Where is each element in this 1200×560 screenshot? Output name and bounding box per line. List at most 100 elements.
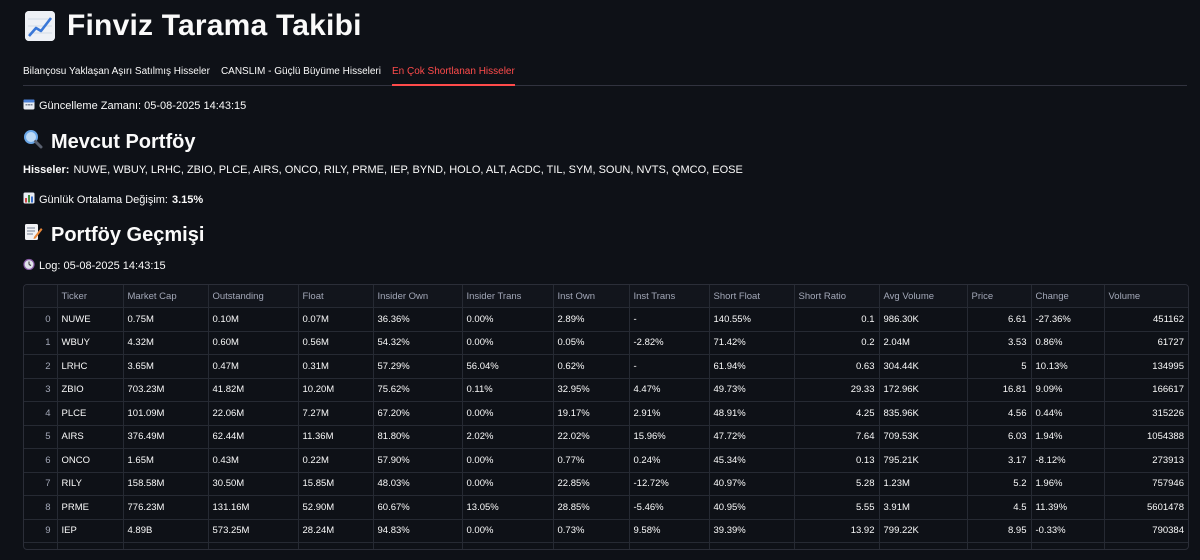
row-index: 7 [24, 472, 58, 496]
column-header[interactable]: Change [1031, 285, 1105, 308]
table-cell: 36.36% [373, 307, 463, 332]
history-title: Portföy Geçmişi [51, 223, 205, 246]
table-cell: 32.95% [553, 378, 630, 402]
row-index: 2 [24, 354, 58, 379]
table-cell: 757946 [1104, 472, 1188, 496]
table-cell: 8.95 [967, 519, 1032, 543]
table-cell [709, 542, 795, 549]
table-cell: 10.20M [298, 378, 374, 402]
table-row[interactable]: 7 RILY 158.58M 30.50M 15.85M 48.03% 0.00% 22.85… [24, 472, 1188, 496]
clock-icon [23, 258, 35, 273]
table-cell: 3.17 [967, 448, 1032, 473]
table-cell: 47.72% [709, 425, 795, 449]
table-cell: 13.92 [794, 519, 880, 543]
table-row[interactable]: 8 PRME 776.23M 131.16M 52.90M 60.67% 13.05% 28.… [24, 495, 1188, 520]
column-header-index[interactable] [24, 285, 58, 308]
column-header[interactable]: Insider Trans [462, 285, 554, 308]
tab-oversold-earnings[interactable]: Bilançosu Yaklaşan Aşırı Satılmış Hissel… [23, 60, 210, 84]
table-body: 0 NUWE 0.75M 0.10M 0.07M 36.36% 0.00% 2.89% -140… [24, 307, 1188, 549]
table-cell: 11.39% [1031, 495, 1105, 520]
table-cell: 0.62% [553, 354, 630, 379]
table-cell: - [629, 354, 710, 379]
tab-canslim[interactable]: CANSLIM - Güçlü Büyüme Hisseleri [221, 60, 381, 84]
column-header[interactable]: Short Float [709, 285, 795, 308]
table-cell: 57.29% [373, 354, 463, 379]
table-cell: 1.65M [123, 448, 209, 473]
table-row[interactable]: 9 IEP 4.89B 573.25M 28.24M 94.83% 0.00% 0.73% 9.… [24, 519, 1188, 543]
table-cell: 140.55% [709, 307, 795, 332]
column-header[interactable]: Market Cap [123, 285, 209, 308]
table-row[interactable]: 6 ONCO 1.65M 0.43M 0.22M 57.90% 0.00% 0.77% 0.24… [24, 448, 1188, 473]
row-index: 0 [24, 307, 58, 332]
table-cell: 0.63 [794, 354, 880, 379]
tab-bar: Bilançosu Yaklaşan Aşırı Satılmış Hissel… [23, 60, 1187, 86]
table-cell: 5601478 [1104, 495, 1188, 520]
table-cell: 0.56M [298, 331, 374, 355]
table-row[interactable]: 3 ZBIO 703.23M 41.82M 10.20M 75.62% 0.11% 32.95… [24, 378, 1188, 402]
table-cell: 22.06M [208, 401, 299, 426]
table-row[interactable]: 5 AIRS 376.49M 62.44M 11.36M 81.80% 2.02% 22.02… [24, 425, 1188, 449]
page-header: Finviz Tarama Takibi [25, 9, 362, 43]
column-header[interactable]: Ticker [57, 285, 124, 308]
history-heading: Portföy Geçmişi [23, 222, 204, 248]
table-cell: 62.44M [208, 425, 299, 449]
magnifier-icon [23, 129, 43, 155]
table-cell [1031, 542, 1105, 549]
table-row[interactable]: 4 PLCE 101.09M 22.06M 7.27M 67.20% 0.00% 19.17%… [24, 401, 1188, 426]
column-header[interactable]: Outstanding [208, 285, 299, 308]
column-header[interactable]: Volume [1104, 285, 1188, 308]
table-cell: 776.23M [123, 495, 209, 520]
portfolio-history-table[interactable]: Ticker Market Cap Outstanding Float Insider … [23, 284, 1189, 550]
table-cell: 1.96% [1031, 472, 1105, 496]
table-cell: 0.00% [462, 472, 554, 496]
table-cell: 2.89% [553, 307, 630, 332]
row-index: 9 [24, 519, 58, 543]
table-cell: 22.85% [553, 472, 630, 496]
column-header[interactable]: Insider Own [373, 285, 463, 308]
table-cell: 3.91M [879, 495, 968, 520]
table-cell: 28.85% [553, 495, 630, 520]
table-cell: 0.73% [553, 519, 630, 543]
table-cell: 61727 [1104, 331, 1188, 355]
table-cell: 28.24M [298, 519, 374, 543]
table-row[interactable] [24, 542, 1188, 549]
table-cell [208, 542, 299, 549]
tab-most-shorted[interactable]: En Çok Shortlanan Hisseler [391, 60, 515, 86]
table-cell: 16.81 [967, 378, 1032, 402]
table-cell: 166617 [1104, 378, 1188, 402]
table-cell: 5.2 [967, 472, 1032, 496]
table-row[interactable]: 1 WBUY 4.32M 0.60M 0.56M 54.32% 0.00% 0.05% -2.8… [24, 331, 1188, 355]
table-cell: 39.39% [709, 519, 795, 543]
table-cell: 22.02% [553, 425, 630, 449]
table-row[interactable]: 0 NUWE 0.75M 0.10M 0.07M 36.36% 0.00% 2.89% -140… [24, 307, 1188, 332]
table-cell: 0.77% [553, 448, 630, 473]
table-cell: 94.83% [373, 519, 463, 543]
table-cell: 131.16M [208, 495, 299, 520]
table-cell [553, 542, 630, 549]
table-cell: 0.07M [298, 307, 374, 332]
table-row[interactable]: 2 LRHC 3.65M 0.47M 0.31M 57.29% 56.04% 0.62% -61… [24, 354, 1188, 379]
column-header[interactable]: Inst Trans [629, 285, 710, 308]
table-cell: 52.90M [298, 495, 374, 520]
table-cell: 986.30K [879, 307, 968, 332]
table-cell: 0.44% [1031, 401, 1105, 426]
column-header[interactable]: Inst Own [553, 285, 630, 308]
table-cell: 0.75M [123, 307, 209, 332]
table-cell: - [629, 307, 710, 332]
column-header[interactable]: Avg Volume [879, 285, 968, 308]
table-cell: 376.49M [123, 425, 209, 449]
table-cell: -0.33% [1031, 519, 1105, 543]
table-cell: NUWE [57, 307, 124, 332]
table-cell: 4.25 [794, 401, 880, 426]
column-header[interactable]: Float [298, 285, 374, 308]
update-time: Güncelleme Zamanı: 05-08-2025 14:43:15 [23, 98, 246, 113]
table-cell: 4.47% [629, 378, 710, 402]
table-cell: 48.91% [709, 401, 795, 426]
table-cell: 790384 [1104, 519, 1188, 543]
stocks-line: Hisseler: NUWE, WBUY, LRHC, ZBIO, PLCE, … [23, 164, 743, 176]
table-cell: 451162 [1104, 307, 1188, 332]
log-line: Log: 05-08-2025 14:43:15 [23, 258, 166, 273]
column-header[interactable]: Short Ratio [794, 285, 880, 308]
table-cell: -27.36% [1031, 307, 1105, 332]
column-header[interactable]: Price [967, 285, 1032, 308]
